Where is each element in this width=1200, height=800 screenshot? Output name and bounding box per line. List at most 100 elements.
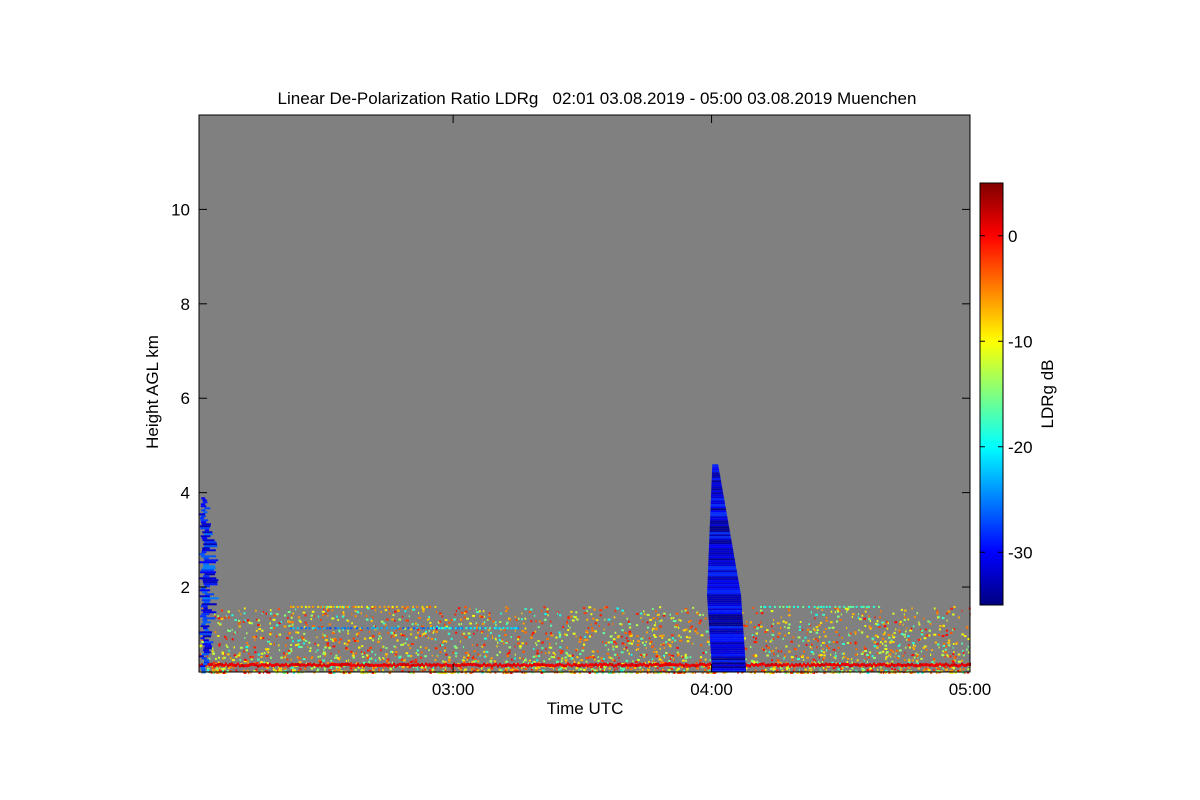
- heatmap-cell: [448, 659, 451, 661]
- heatmap-cell: [317, 605, 320, 608]
- heatmap-cell: [612, 638, 616, 641]
- heatmap-cell: [201, 603, 217, 606]
- heatmap-cell: [405, 663, 407, 667]
- heatmap-cell: [410, 655, 413, 658]
- heatmap-cell: [621, 664, 623, 668]
- heatmap-cell: [813, 605, 816, 608]
- heatmap-cell: [892, 612, 895, 615]
- heatmap-cell: [327, 605, 330, 608]
- heatmap-cell: [949, 655, 952, 658]
- heatmap-cell: [684, 653, 687, 656]
- heatmap-cell: [355, 664, 357, 668]
- heatmap-cell: [788, 667, 791, 670]
- heatmap-cell: [708, 558, 735, 561]
- heatmap-cell: [407, 644, 410, 647]
- heatmap-cell: [898, 649, 902, 652]
- heatmap-cell: [514, 657, 516, 660]
- heatmap-cell: [476, 611, 479, 614]
- heatmap-cell: [660, 658, 663, 661]
- heatmap-cell: [707, 602, 742, 605]
- heatmap-cell: [815, 660, 817, 663]
- heatmap-cell: [324, 639, 328, 642]
- heatmap-cell: [709, 522, 729, 525]
- heatmap-cell: [564, 656, 567, 659]
- heatmap-cell: [808, 667, 812, 670]
- heatmap-cell: [279, 664, 281, 668]
- heatmap-cell: [203, 647, 212, 650]
- heatmap-cell: [590, 613, 593, 616]
- heatmap-cell: [708, 570, 737, 573]
- heatmap-cell: [839, 618, 842, 621]
- heatmap-cell: [201, 537, 208, 540]
- heatmap-cell: [231, 662, 233, 666]
- y-tick-label: 2: [181, 578, 190, 597]
- heatmap-cell: [370, 620, 373, 623]
- heatmap-cell: [808, 669, 811, 672]
- heatmap-cell: [414, 661, 418, 664]
- heatmap-cell: [904, 651, 906, 654]
- heatmap-cell: [445, 667, 447, 670]
- heatmap-cell: [905, 630, 907, 633]
- heatmap-cell: [255, 668, 258, 671]
- heatmap-cell: [942, 644, 945, 647]
- heatmap-cell: [626, 649, 629, 652]
- heatmap-cell: [628, 642, 631, 645]
- heatmap-cell: [866, 635, 869, 638]
- heatmap-cell: [322, 659, 325, 662]
- heatmap-cell: [707, 600, 742, 603]
- heatmap-cell: [443, 627, 446, 630]
- heatmap-cell: [541, 663, 543, 667]
- heatmap-cell: [811, 643, 813, 646]
- heatmap-cell: [803, 658, 805, 661]
- heatmap-cell: [605, 663, 607, 667]
- heatmap-cell: [508, 646, 511, 649]
- heatmap-cell: [818, 624, 821, 627]
- heatmap-cell: [510, 636, 512, 639]
- heatmap-cell: [917, 664, 919, 668]
- heatmap-cell: [342, 613, 345, 616]
- heatmap-cell: [929, 663, 931, 667]
- heatmap-cell: [477, 663, 479, 667]
- heatmap-cell: [314, 642, 316, 645]
- heatmap-cell: [507, 663, 509, 667]
- heatmap-cell: [813, 666, 815, 669]
- heatmap-cell: [817, 663, 819, 667]
- heatmap-cell: [203, 511, 208, 514]
- heatmap-cell: [546, 610, 549, 613]
- heatmap-cell: [459, 627, 462, 630]
- heatmap-cell: [864, 610, 867, 613]
- heatmap-cell: [589, 663, 591, 667]
- heatmap-cell: [925, 648, 928, 651]
- heatmap-cell: [894, 655, 896, 658]
- heatmap-cell: [864, 647, 867, 650]
- heatmap-cell: [239, 664, 241, 668]
- heatmap-cell: [799, 655, 801, 658]
- heatmap-cell: [202, 547, 210, 550]
- heatmap-cell: [784, 621, 788, 624]
- heatmap-cell: [804, 668, 807, 671]
- heatmap-cell: [383, 666, 385, 669]
- heatmap-cell: [698, 613, 702, 616]
- heatmap-cell: [707, 663, 709, 667]
- heatmap-cell: [269, 662, 271, 666]
- heatmap-cell: [879, 662, 881, 666]
- heatmap-cell: [317, 655, 320, 658]
- heatmap-cell: [224, 635, 227, 638]
- x-axis-label: Time UTC: [547, 699, 624, 718]
- heatmap-cell: [201, 497, 206, 500]
- heatmap-cell: [308, 627, 311, 630]
- heatmap-cell: [771, 633, 775, 636]
- heatmap-cell: [257, 624, 260, 626]
- heatmap-cell: [541, 647, 544, 650]
- heatmap-cell: [662, 643, 665, 646]
- heatmap-cell: [755, 663, 757, 667]
- heatmap-cell: [707, 580, 739, 583]
- heatmap-cell: [326, 627, 329, 630]
- heatmap-cell: [965, 663, 967, 667]
- heatmap-cell: [555, 642, 557, 645]
- heatmap-cell: [330, 605, 333, 608]
- heatmap-cell: [708, 612, 743, 615]
- heatmap-cell: [331, 609, 334, 612]
- heatmap-cell: [902, 633, 906, 636]
- heatmap-cell: [760, 621, 762, 624]
